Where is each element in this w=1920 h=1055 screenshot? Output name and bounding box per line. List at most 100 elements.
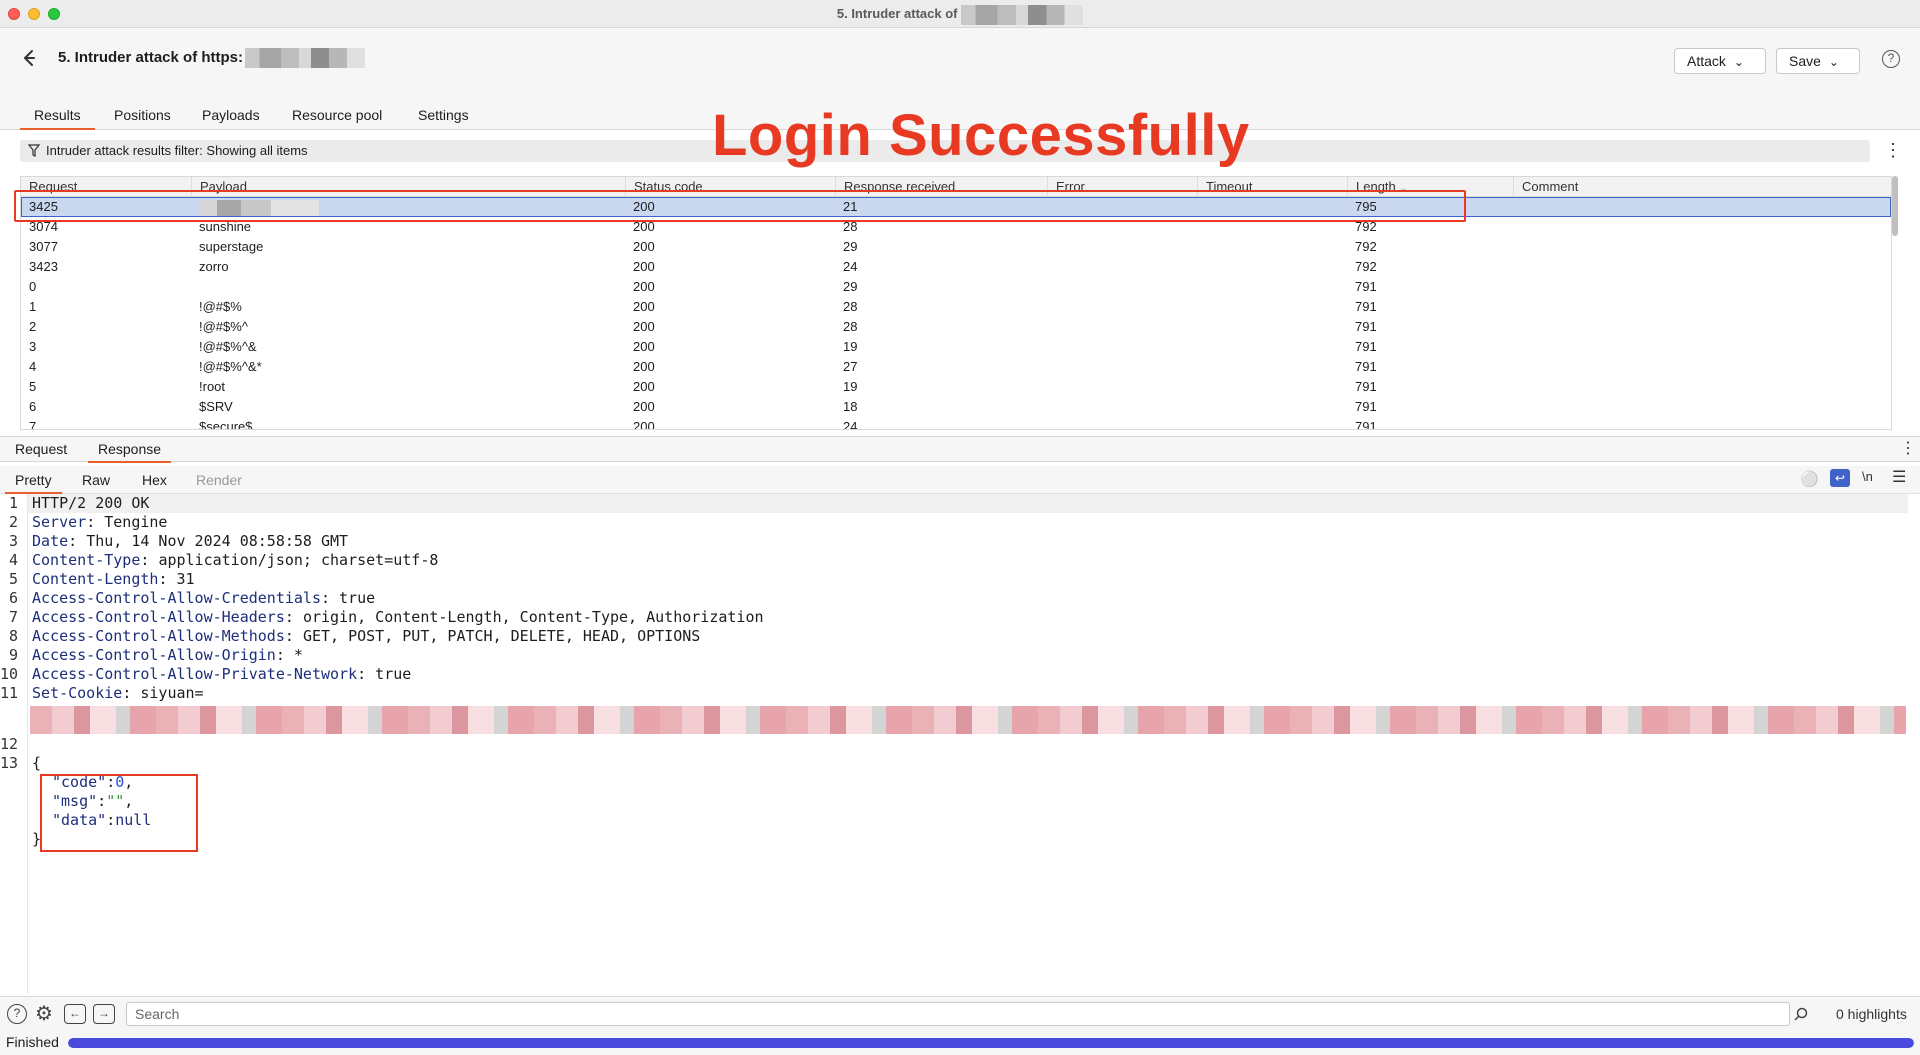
header-name: Access-Control-Allow-Methods [32, 627, 285, 645]
tab-response[interactable]: Response [88, 441, 172, 463]
line-number: 12 [0, 735, 19, 753]
response-editor[interactable]: 1 2 3 4 5 6 7 8 9 10 11 12 13 HTTP/2 200 OK Server: T… [0, 494, 1920, 994]
eye-slash-icon[interactable]: ⚪ [1800, 470, 1819, 488]
help-icon[interactable]: ? [1882, 50, 1900, 68]
header-value: 31 [176, 570, 195, 588]
cell-request: 5 [29, 379, 37, 394]
redacted-url-block [245, 48, 366, 68]
line-number: 3 [8, 532, 18, 550]
cell-timeout [1197, 317, 1347, 337]
newline-toggle-icon[interactable]: \n [1862, 469, 1873, 484]
search-input[interactable] [126, 1002, 1790, 1026]
cell-status-code: 200 [633, 319, 655, 334]
table-scrollbar[interactable] [1892, 176, 1898, 236]
attack-header: 5. Intruder attack of https: Attack ⌄ Sav… [0, 28, 1920, 100]
tab-pretty[interactable]: Pretty [5, 472, 62, 494]
line-number-gutter: 1 2 3 4 5 6 7 8 9 10 11 12 13 [0, 494, 28, 994]
more-options-icon[interactable]: ⋮ [1884, 140, 1902, 160]
cell-response-received: 27 [843, 359, 858, 374]
line-number: 5 [8, 570, 18, 588]
cell-request: 2 [29, 319, 37, 334]
cell-response-received: 18 [843, 399, 858, 414]
line-number: 13 [0, 754, 19, 772]
cell-status-code: 200 [633, 419, 655, 430]
help-icon[interactable]: ? [7, 1004, 27, 1024]
message-pane-tabs: Request Response [0, 436, 1920, 463]
gear-icon[interactable]: ⚙ [34, 1004, 54, 1024]
table-row[interactable]: 3423 zorro 200 24 792 [21, 257, 1891, 277]
cell-timeout [1197, 297, 1347, 317]
column-header-comment[interactable]: Comment [1513, 177, 1891, 197]
attack-button[interactable]: Attack ⌄ [1674, 48, 1766, 74]
table-row[interactable]: 1 !@#$% 200 28 791 [21, 297, 1891, 317]
cell-timeout [1197, 337, 1347, 357]
table-row[interactable]: 4 !@#$%^&* 200 27 791 [21, 357, 1891, 377]
progress-fill [68, 1038, 1914, 1048]
cell-payload: !@#$%^&* [199, 359, 262, 374]
header-value: origin, Content-Length, Content-Type, Au… [302, 608, 764, 626]
code-line: Access-Control-Allow-Origin: * [32, 646, 303, 664]
cell-request: 4 [29, 359, 37, 374]
arrow-right-icon[interactable]: → [93, 1004, 115, 1024]
cell-comment [1513, 417, 1891, 429]
header-value: true [339, 589, 376, 607]
chevron-down-icon: ⌄ [1733, 55, 1744, 69]
cell-error [1047, 397, 1197, 417]
more-options-icon[interactable]: ⋮ [1900, 438, 1916, 458]
window-titlebar: 5. Intruder attack of [0, 0, 1920, 28]
tab-resource-pool[interactable]: Resource pool [278, 106, 396, 130]
tab-results[interactable]: Results [20, 106, 95, 130]
table-row[interactable]: 7 $secure$ 200 24 791 [21, 417, 1891, 430]
tab-render[interactable]: Render [186, 472, 252, 494]
tab-request[interactable]: Request [5, 441, 77, 463]
tab-positions[interactable]: Positions [100, 106, 185, 130]
save-button[interactable]: Save ⌄ [1776, 48, 1860, 74]
chevron-down-icon: ⌄ [1828, 55, 1839, 69]
cell-payload: !@#$% [199, 299, 242, 314]
word-wrap-icon[interactable]: ↩ [1830, 469, 1850, 487]
cell-length: 791 [1355, 419, 1377, 430]
status-bar: Finished [0, 1030, 1920, 1055]
line-number: 1 [8, 494, 18, 512]
cell-response-received: 29 [843, 239, 858, 254]
table-row[interactable]: 5 !root 200 19 791 [21, 377, 1891, 397]
cell-comment [1513, 217, 1891, 237]
header-value: * [293, 646, 303, 664]
cell-payload [191, 277, 625, 297]
arrow-left-icon[interactable]: ← [64, 1004, 86, 1024]
cell-status-code: 200 [633, 379, 655, 394]
cell-length: 792 [1355, 259, 1377, 274]
cell-error [1047, 377, 1197, 397]
tab-hex[interactable]: Hex [132, 472, 177, 494]
code-line: Access-Control-Allow-Headers: origin, Co… [32, 608, 764, 626]
cell-response-received: 19 [843, 339, 858, 354]
cell-status-code: 200 [633, 299, 655, 314]
cell-length: 791 [1355, 319, 1377, 334]
cell-timeout [1197, 277, 1347, 297]
header-name: Access-Control-Allow-Origin [32, 646, 276, 664]
tab-settings[interactable]: Settings [404, 106, 483, 130]
cell-request: 3423 [29, 259, 58, 274]
cell-payload: zorro [199, 259, 229, 274]
table-row[interactable]: 6 $SRV 200 18 791 [21, 397, 1891, 417]
header-value: application/json; charset=utf-8 [158, 551, 439, 569]
json-brace: { [32, 754, 42, 772]
cell-timeout [1197, 417, 1347, 429]
table-row[interactable]: 0 200 29 791 [21, 277, 1891, 297]
back-arrow-icon[interactable] [18, 46, 42, 70]
tab-payloads[interactable]: Payloads [188, 106, 274, 130]
cell-timeout [1197, 257, 1347, 277]
cell-length: 791 [1355, 299, 1377, 314]
search-icon[interactable] [1794, 1007, 1808, 1021]
header-name: Content-Type [32, 551, 141, 569]
cell-response-received: 19 [843, 379, 858, 394]
table-row[interactable]: 3077 superstage 200 29 792 [21, 237, 1891, 257]
save-button-label: Save [1789, 53, 1821, 69]
table-row[interactable]: 2 !@#$%^ 200 28 791 [21, 317, 1891, 337]
hamburger-menu-icon[interactable]: ☰ [1892, 467, 1906, 487]
header-value: Thu, 14 Nov 2024 08:58:58 GMT [86, 532, 349, 550]
table-row[interactable]: 3 !@#$%^& 200 19 791 [21, 337, 1891, 357]
tab-raw[interactable]: Raw [72, 472, 120, 494]
redacted-cookie-block [30, 706, 1906, 734]
cell-comment [1513, 297, 1891, 317]
